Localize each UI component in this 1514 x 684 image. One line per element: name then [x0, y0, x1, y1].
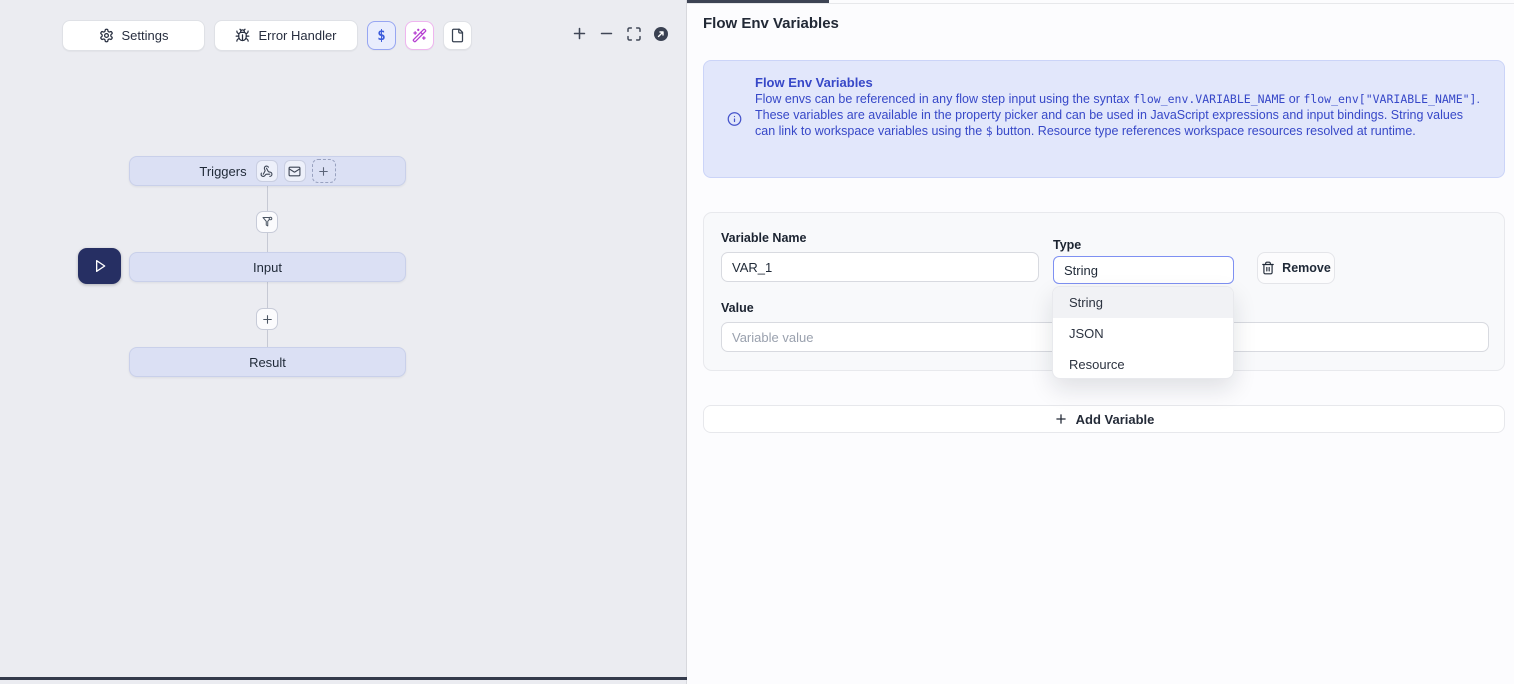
type-select[interactable] [1053, 256, 1234, 284]
info-seg: or [1285, 92, 1303, 106]
run-flow-button[interactable] [78, 248, 121, 284]
info-code: $ [986, 124, 993, 138]
value-label: Value [721, 301, 754, 315]
variable-name-label: Variable Name [721, 231, 806, 245]
trigger-chips [256, 159, 336, 183]
dropdown-option-resource[interactable]: Resource [1053, 349, 1233, 379]
file-icon [450, 28, 465, 43]
canvas-zoom-controls [571, 25, 669, 42]
fit-view-icon[interactable] [625, 25, 642, 42]
remove-label: Remove [1282, 261, 1331, 275]
document-button[interactable] [443, 21, 472, 50]
info-code: flow_env.VARIABLE_NAME [1133, 92, 1285, 106]
preprocessor-filter-badge[interactable] [256, 211, 278, 233]
info-code: flow_env["VARIABLE_NAME"] [1303, 92, 1476, 106]
dollar-icon: $ [377, 28, 385, 44]
bug-icon [235, 28, 250, 43]
active-tab-underline [687, 0, 829, 3]
webhook-icon[interactable] [256, 160, 278, 182]
gear-icon [99, 28, 114, 43]
settings-label: Settings [122, 28, 169, 43]
trash-icon [1261, 261, 1275, 275]
info-icon [727, 112, 742, 127]
add-variable-label: Add Variable [1076, 412, 1155, 427]
info-text: Flow Env Variables Flow envs can be refe… [755, 75, 1486, 139]
app-window: Settings Error Handler $ [0, 0, 1514, 684]
info-seg: button. Resource type references workspa… [993, 124, 1416, 138]
flow-env-variables-button[interactable]: $ [367, 21, 396, 50]
variable-name-input[interactable] [721, 252, 1039, 282]
canvas-bottom-divider [0, 677, 687, 680]
dropdown-option-json[interactable]: JSON [1053, 318, 1233, 349]
add-variable-button[interactable]: Add Variable [703, 405, 1505, 433]
result-node-label: Result [249, 355, 286, 370]
type-dropdown-menu: String JSON Resource [1052, 286, 1234, 379]
email-trigger-icon[interactable] [284, 160, 306, 182]
input-node-label: Input [253, 260, 282, 275]
magic-wand-icon [412, 28, 427, 43]
play-icon [92, 258, 108, 274]
info-body: Flow envs can be referenced in any flow … [755, 91, 1486, 139]
info-seg: Flow envs can be referenced in any flow … [755, 92, 1133, 106]
flow-canvas[interactable]: Settings Error Handler $ [0, 0, 687, 684]
node-input[interactable]: Input [129, 252, 406, 282]
add-plus-icon [1054, 412, 1068, 426]
zoom-in-icon[interactable] [571, 25, 588, 42]
canvas-toolbar: Settings Error Handler $ [62, 20, 472, 51]
plus-icon [261, 313, 274, 326]
page-title: Flow Env Variables [703, 15, 839, 32]
triggers-node-label: Triggers [199, 164, 246, 179]
type-label: Type [1053, 238, 1081, 252]
node-triggers[interactable]: Triggers [129, 156, 406, 186]
add-step-button[interactable] [256, 308, 278, 330]
info-title: Flow Env Variables [755, 75, 1486, 91]
info-callout: Flow Env Variables Flow envs can be refe… [703, 60, 1505, 178]
node-result[interactable]: Result [129, 347, 406, 377]
zoom-out-icon[interactable] [598, 25, 615, 42]
error-handler-button[interactable]: Error Handler [214, 20, 358, 51]
panel-top-border [687, 3, 1514, 4]
flow-env-variables-panel: Flow Env Variables Flow Env Variables Fl… [687, 0, 1514, 684]
error-handler-label: Error Handler [258, 28, 336, 43]
canvas-mode-icon[interactable] [652, 25, 669, 42]
ai-wand-button[interactable] [405, 21, 434, 50]
add-trigger-button[interactable] [312, 159, 336, 183]
filter-icon [261, 216, 273, 228]
dropdown-option-string[interactable]: String [1053, 287, 1233, 318]
settings-button[interactable]: Settings [62, 20, 205, 51]
remove-variable-button[interactable]: Remove [1257, 252, 1335, 284]
